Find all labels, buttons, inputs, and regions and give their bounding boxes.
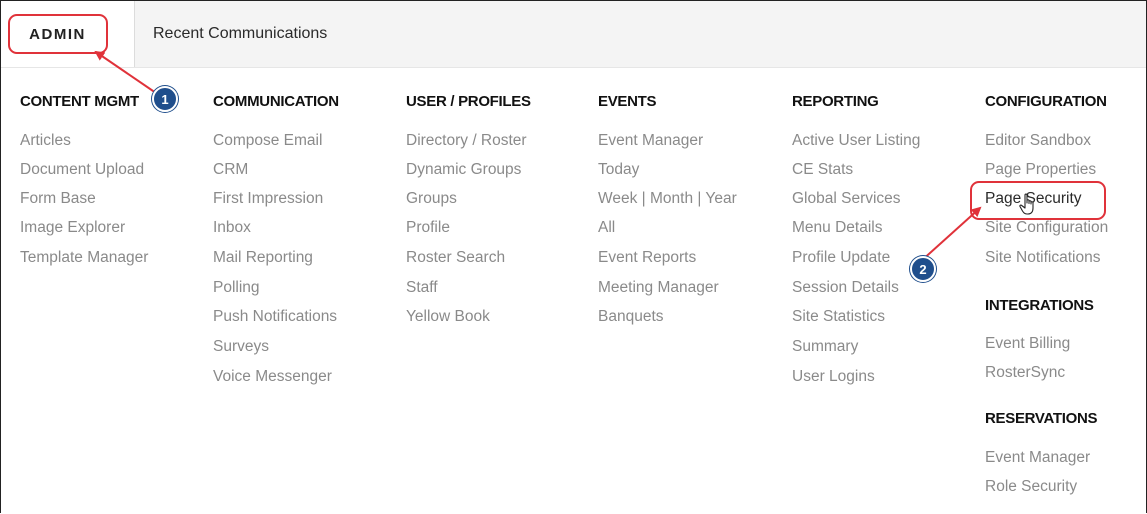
menu-item-global-services[interactable]: Global Services (792, 190, 901, 208)
menu-item-all[interactable]: All (598, 219, 615, 237)
menu-item-yellow-book[interactable]: Yellow Book (406, 308, 490, 326)
dropdown-caret-icon (53, 59, 69, 67)
menu-item-mail-reporting[interactable]: Mail Reporting (213, 249, 313, 267)
menu-item-page-properties[interactable]: Page Properties (985, 161, 1096, 179)
heading-communication: COMMUNICATION (213, 93, 339, 110)
menu-item-session-details[interactable]: Session Details (792, 279, 899, 297)
menu-item-today[interactable]: Today (598, 161, 639, 179)
heading-events: EVENTS (598, 93, 657, 110)
menu-item-document-upload[interactable]: Document Upload (20, 161, 144, 179)
menu-item-directory-roster[interactable]: Directory / Roster (406, 132, 527, 150)
callout-badge-1: 1 (152, 86, 178, 112)
menu-item-crm[interactable]: CRM (213, 161, 248, 179)
menu-item-role-security[interactable]: Role Security (985, 478, 1077, 496)
menu-item-banquets[interactable]: Banquets (598, 308, 664, 326)
menu-item-meeting-manager[interactable]: Meeting Manager (598, 279, 719, 297)
menu-item-inbox[interactable]: Inbox (213, 219, 251, 237)
menu-item-compose-email[interactable]: Compose Email (213, 132, 322, 150)
menu-item-roster-search[interactable]: Roster Search (406, 249, 505, 267)
menu-item-ce-stats[interactable]: CE Stats (792, 161, 853, 179)
menu-item-first-impression[interactable]: First Impression (213, 190, 323, 208)
heading-integrations: INTEGRATIONS (985, 297, 1094, 314)
menu-item-week-month-year[interactable]: Week | Month | Year (598, 190, 737, 208)
heading-content-mgmt: CONTENT MGMT (20, 93, 139, 110)
menu-item-polling[interactable]: Polling (213, 279, 260, 297)
callout-highlight-admin (8, 14, 108, 54)
menu-item-dynamic-groups[interactable]: Dynamic Groups (406, 161, 521, 179)
menu-item-surveys[interactable]: Surveys (213, 338, 269, 356)
admin-dropdown-menu: CONTENT MGMT Articles Document Upload Fo… (0, 68, 1147, 514)
callout-badge-2-number: 2 (919, 261, 927, 277)
menu-item-staff[interactable]: Staff (406, 279, 438, 297)
tab-recent-communications[interactable]: Recent Communications (153, 1, 327, 67)
menu-item-event-reports[interactable]: Event Reports (598, 249, 696, 267)
menu-item-user-logins[interactable]: User Logins (792, 368, 875, 386)
menu-item-profile[interactable]: Profile (406, 219, 450, 237)
menu-item-rostersync[interactable]: RosterSync (985, 364, 1065, 382)
top-navigation-bar: ADMIN Recent Communications (1, 1, 1146, 68)
menu-item-image-explorer[interactable]: Image Explorer (20, 219, 125, 237)
heading-configuration: CONFIGURATION (985, 93, 1107, 110)
menu-item-event-billing[interactable]: Event Billing (985, 335, 1070, 353)
menu-item-site-notifications[interactable]: Site Notifications (985, 249, 1100, 267)
menu-item-push-notifications[interactable]: Push Notifications (213, 308, 337, 326)
menu-item-template-manager[interactable]: Template Manager (20, 249, 148, 267)
callout-badge-1-number: 1 (161, 91, 169, 107)
menu-item-articles[interactable]: Articles (20, 132, 71, 150)
menu-item-event-manager[interactable]: Event Manager (598, 132, 703, 150)
menu-item-site-statistics[interactable]: Site Statistics (792, 308, 885, 326)
menu-item-site-configuration[interactable]: Site Configuration (985, 219, 1108, 237)
menu-item-summary[interactable]: Summary (792, 338, 858, 356)
menu-item-groups[interactable]: Groups (406, 190, 457, 208)
hand-cursor-icon (1019, 193, 1034, 215)
tab-recent-communications-label: Recent Communications (153, 25, 328, 42)
heading-reservations: RESERVATIONS (985, 410, 1098, 427)
menu-item-active-user-listing[interactable]: Active User Listing (792, 132, 920, 150)
heading-user-profiles: USER / PROFILES (406, 93, 531, 110)
menu-item-form-base[interactable]: Form Base (20, 190, 96, 208)
menu-item-menu-details[interactable]: Menu Details (792, 219, 882, 237)
menu-item-voice-messenger[interactable]: Voice Messenger (213, 368, 332, 386)
callout-badge-2: 2 (910, 256, 936, 282)
heading-reporting: REPORTING (792, 93, 879, 110)
menu-item-profile-update[interactable]: Profile Update (792, 249, 890, 267)
menu-item-reservations-event-manager[interactable]: Event Manager (985, 449, 1090, 467)
menu-item-editor-sandbox[interactable]: Editor Sandbox (985, 132, 1091, 150)
